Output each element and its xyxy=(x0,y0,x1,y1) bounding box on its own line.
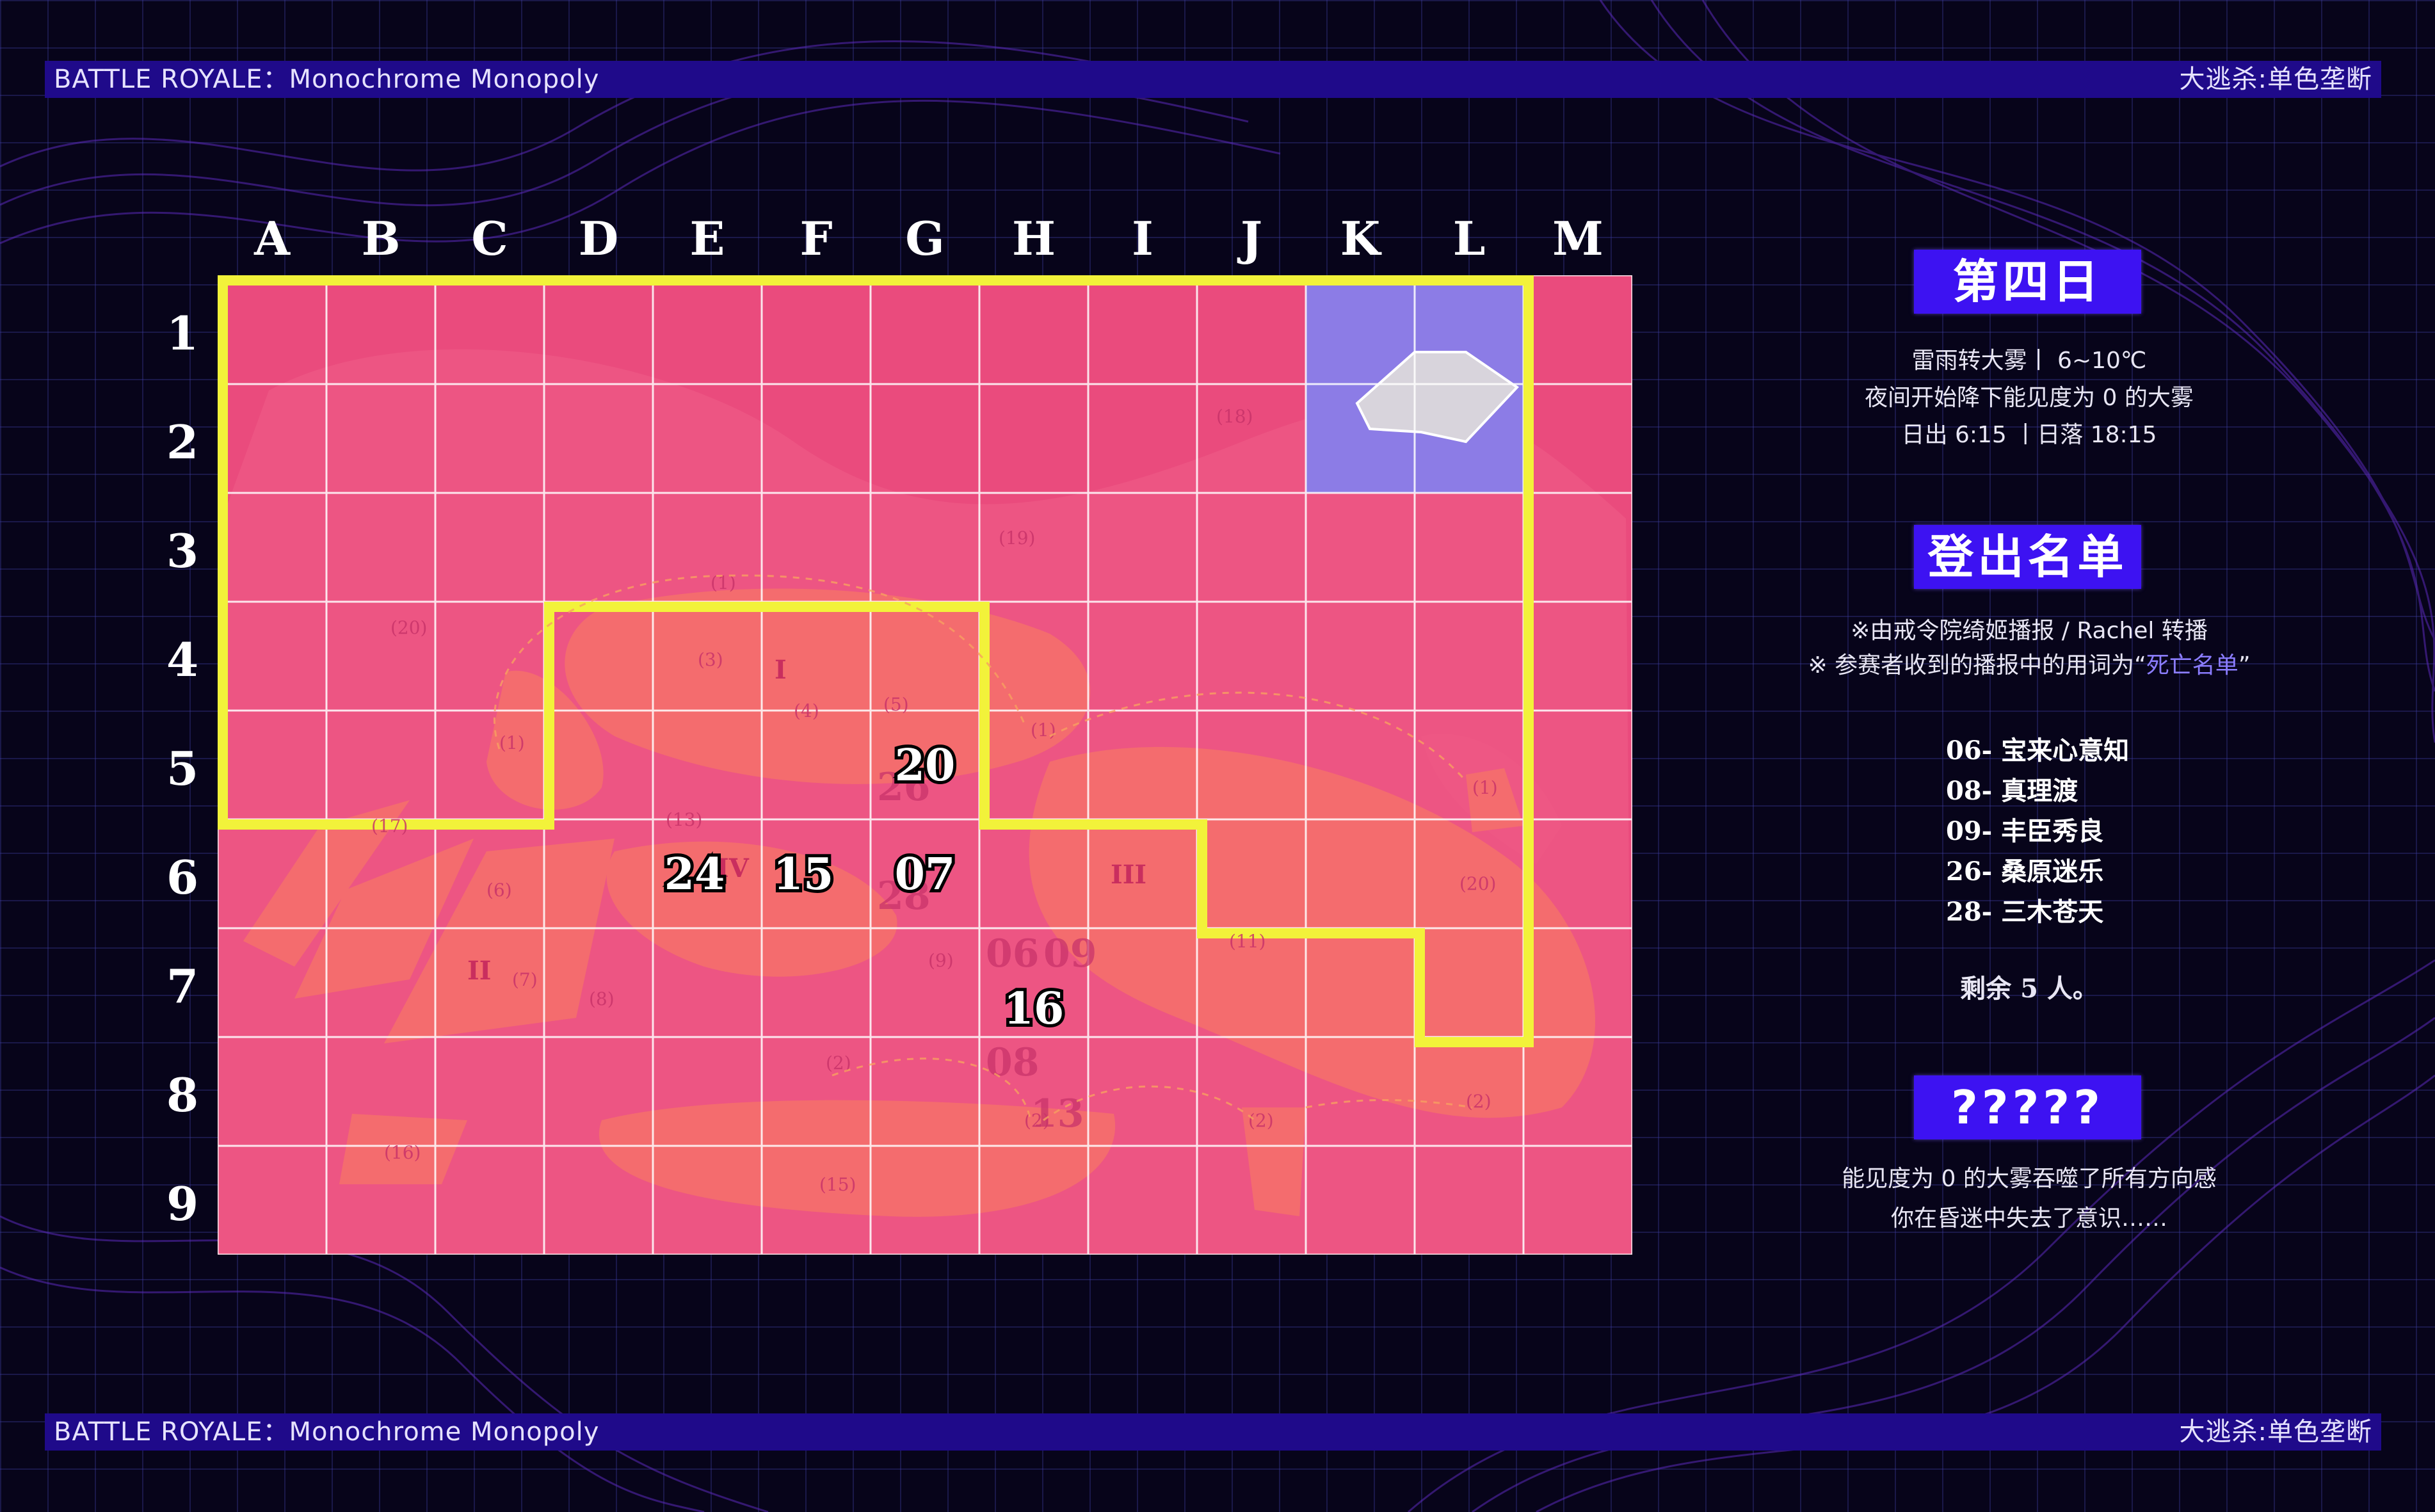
column-header-e: E xyxy=(689,211,725,266)
death-list-term: 死亡名单 xyxy=(2146,652,2238,679)
column-header-j: J xyxy=(1240,211,1263,266)
area-label: (3) xyxy=(698,649,723,670)
player-marker[interactable]: 16 xyxy=(1001,980,1068,1038)
zone-numeral: I xyxy=(775,655,787,685)
mystery-line: 能见度为 0 的大雾吞噬了所有方向感 xyxy=(1842,1166,2217,1192)
header-title-en: BATTLE ROYALE：Monochrome Monopoly xyxy=(54,65,600,94)
roster-note: ※由戒令院绮姬播报 / Rachel 转播 xyxy=(1851,618,2208,644)
player-marker[interactable]: 24 xyxy=(661,846,728,903)
area-label: (4) xyxy=(794,700,819,721)
remaining-count: 剩余 5 人。 xyxy=(1960,974,2098,1004)
eliminated-marker: 08 xyxy=(986,1040,1040,1085)
roster-label: 登出名单 xyxy=(1914,525,2141,589)
header-title-cn: 大逃杀:单色垄断 xyxy=(2179,65,2372,94)
area-label: (17) xyxy=(371,816,408,837)
column-header-d: D xyxy=(578,211,619,266)
roster-entry: 06- 宝来心意知 xyxy=(1946,736,2130,766)
row-header-2: 2 xyxy=(166,415,199,469)
game-map[interactable]: (18) (19) (20) (3) (4) (5) (1) (1) (1) (… xyxy=(218,275,1632,1255)
footer-banner: BATTLE ROYALE：Monochrome Monopoly 大逃杀:单色… xyxy=(45,1413,2381,1451)
weather-line: 雷雨转大雾丨 6~10℃ xyxy=(1911,348,2147,374)
zone-numeral: II xyxy=(467,956,491,986)
row-header-1: 1 xyxy=(166,306,199,360)
map-canvas: (18) (19) (20) (3) (4) (5) (1) (1) (1) (… xyxy=(218,275,1632,1255)
column-header-c: C xyxy=(471,211,508,266)
area-label: (7) xyxy=(512,969,538,990)
area-label: (18) xyxy=(1216,406,1253,427)
mystery-label: ????? xyxy=(1914,1075,2141,1139)
roster-entry: 08- 真理渡 xyxy=(1946,776,2078,806)
column-header-a: A xyxy=(254,211,290,266)
eliminated-marker: 13 xyxy=(1031,1091,1084,1136)
area-label: (8) xyxy=(589,988,615,1009)
column-header-m: M xyxy=(1552,211,1603,266)
player-marker[interactable]: 20 xyxy=(892,737,959,794)
weather-line: 夜间开始降下能见度为 0 的大雾 xyxy=(1865,385,2194,411)
area-label: (19) xyxy=(999,527,1035,549)
column-header-f: F xyxy=(800,211,833,266)
zone-numeral: III xyxy=(1111,860,1146,890)
column-header-l: L xyxy=(1452,211,1486,266)
row-header-3: 3 xyxy=(166,524,199,578)
area-label: (9) xyxy=(928,950,954,971)
eliminated-marker: 06 xyxy=(986,931,1040,976)
area-label: (20) xyxy=(1459,873,1496,894)
area-label: (1) xyxy=(1031,720,1056,741)
player-marker[interactable]: 07 xyxy=(892,846,959,903)
footer-title-en: BATTLE ROYALE：Monochrome Monopoly xyxy=(54,1417,600,1447)
row-header-5: 5 xyxy=(166,741,199,796)
area-label: (16) xyxy=(384,1142,421,1163)
weather-line: 日出 6:15 丨日落 18:15 xyxy=(1901,422,2157,448)
area-label: (13) xyxy=(666,809,702,830)
row-header-4: 4 xyxy=(166,632,199,687)
roster-entry: 28- 三木苍天 xyxy=(1946,897,2104,927)
area-label: (1) xyxy=(1472,777,1498,798)
roster-note-prefix: ※ 参赛者收到的播报中的用词为“ xyxy=(1808,652,2146,679)
column-header-k: K xyxy=(1340,211,1381,266)
area-label: (15) xyxy=(819,1174,856,1195)
area-label: (2) xyxy=(1466,1091,1491,1112)
row-header-8: 8 xyxy=(166,1068,199,1122)
column-header-h: H xyxy=(1011,211,1056,266)
row-header-9: 9 xyxy=(166,1177,199,1231)
row-header-6: 6 xyxy=(166,850,199,905)
roster-note-terms: ※ 参赛者收到的播报中的用词为“死亡名单” xyxy=(1728,647,2330,680)
roster-entry: 26- 桑原迷乐 xyxy=(1946,857,2104,887)
area-label: (2) xyxy=(1248,1110,1274,1131)
area-label: (5) xyxy=(883,694,909,715)
roster-note-suffix: ” xyxy=(2238,652,2251,679)
mystery-line: 你在昏迷中失去了意识…… xyxy=(1890,1205,2167,1232)
column-header-b: B xyxy=(361,211,401,266)
player-marker[interactable]: 15 xyxy=(770,846,837,903)
day-label: 第四日 xyxy=(1914,250,2141,314)
header-banner: BATTLE ROYALE：Monochrome Monopoly 大逃杀:单色… xyxy=(45,61,2381,98)
area-label: (1) xyxy=(499,732,525,753)
area-label: (6) xyxy=(486,880,512,901)
row-header-7: 7 xyxy=(166,959,199,1013)
column-header-i: I xyxy=(1132,211,1153,266)
footer-title-cn: 大逃杀:单色垄断 xyxy=(2179,1417,2372,1447)
area-label: (20) xyxy=(390,617,427,638)
column-header-g: G xyxy=(905,211,945,266)
roster-entry: 09- 丰臣秀良 xyxy=(1946,816,2104,846)
eliminated-marker: 09 xyxy=(1043,931,1097,976)
area-label: (11) xyxy=(1229,931,1266,952)
